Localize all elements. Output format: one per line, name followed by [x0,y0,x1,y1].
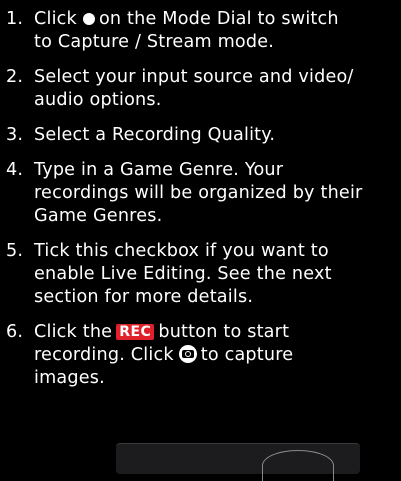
step-6: 6. Click the REC button to start recording… [0,321,401,390]
filled-circle-icon [82,13,95,25]
step-5: 5. Tick this checkbox if you want to ena… [0,240,401,309]
step-number: 3. [6,125,24,145]
step-line: Click the REC button to start [34,322,290,342]
step-line: Game Genres. [34,206,163,226]
step-line: audio options. [34,90,162,110]
mode-dial-outline [262,450,334,481]
step-number: 6. [6,322,24,342]
step-1: 1. Click on the Mode Dial to switch to Ca… [0,8,401,54]
step-line: section for more details. [34,287,254,307]
step-line: Type in a Game Genre. Your [34,160,284,180]
step-line: to Capture / Stream mode. [34,32,275,52]
step-number: 2. [6,67,24,87]
step-line: enable Live Editing. See the next [34,264,332,284]
step-number: 5. [6,241,24,261]
step-number: 4. [6,160,24,180]
step-line: Select a Recording Quality. [34,125,276,145]
step-line: Click on the Mode Dial to switch [34,9,339,29]
step-line: recording. Click to capture [34,345,294,365]
camera-icon [178,345,197,363]
rec-button-icon: REC [116,324,155,340]
step-3: 3. Select a Recording Quality. [0,124,401,147]
step-4: 4. Type in a Game Genre. Your recordings… [0,159,401,228]
step-line: Tick this checkbox if you want to [34,241,329,261]
step-line: Select your input source and video/ [34,67,354,87]
step-line: images. [34,368,105,388]
step-line: recordings will be organized by their [34,183,363,203]
step-number: 1. [6,9,24,29]
instruction-list: 1. Click on the Mode Dial to switch to Ca… [0,8,401,402]
step-2: 2. Select your input source and video/ a… [0,66,401,112]
